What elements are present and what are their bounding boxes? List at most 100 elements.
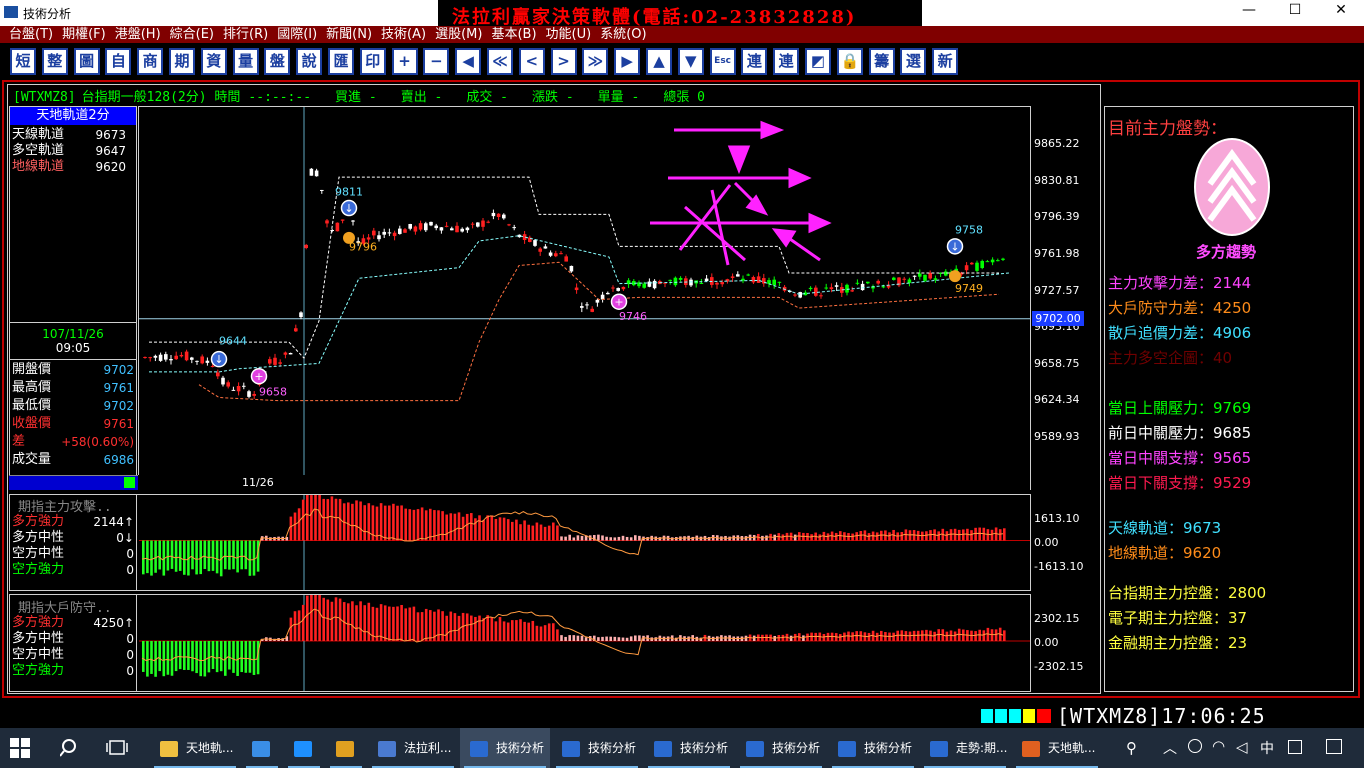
indicator-bar (527, 524, 530, 541)
people-icon[interactable]: ⚲ (1126, 739, 1137, 757)
toolbar-button[interactable]: − (423, 48, 450, 75)
toolbar-button[interactable]: 新 (932, 48, 959, 75)
toolbar-button[interactable]: 短 (10, 48, 36, 75)
taskbar-app[interactable]: 技術分析 (460, 728, 550, 768)
candle-body (470, 223, 475, 225)
toolbar-button[interactable]: ◩ (805, 48, 831, 75)
indicator-bar (515, 519, 518, 541)
input-language[interactable]: 中 (1260, 738, 1274, 758)
network-status-icon[interactable] (1188, 739, 1202, 753)
trend-stat: 散戶追價力差：4906 (1108, 324, 1252, 342)
start-icon[interactable] (10, 738, 30, 758)
candle (574, 283, 579, 294)
notifications-icon[interactable] (1326, 739, 1342, 754)
menu-item[interactable]: 技術(A) (372, 26, 426, 43)
menu-item[interactable]: 基本(B) (482, 26, 536, 43)
toolbar-button[interactable]: ▼ (677, 48, 704, 75)
toolbar-button[interactable]: < (518, 48, 545, 75)
candle-body (491, 212, 496, 217)
signal-marker: ↓ (210, 350, 228, 368)
task-view-icon[interactable] (106, 739, 128, 757)
indicator-bar (142, 641, 145, 672)
toolbar-button[interactable]: 匯 (328, 48, 354, 75)
menu-item[interactable]: 國際(I) (268, 26, 317, 43)
menu-item[interactable]: 選股(M) (426, 26, 482, 43)
menu-item[interactable]: 港盤(H) (106, 26, 161, 43)
maximize-button[interactable]: ☐ (1272, 2, 1318, 24)
toolbar-button[interactable]: 連 (741, 48, 768, 75)
toolbar-button[interactable]: 整 (41, 48, 68, 75)
ime-icon[interactable] (1288, 740, 1302, 754)
toolbar-button[interactable]: 量 (232, 48, 259, 75)
toolbar-button[interactable]: ▶ (614, 48, 641, 75)
indicator-row: 多方中性 0↓ (12, 530, 134, 546)
candle-body (195, 360, 199, 362)
indicator-bar (564, 536, 567, 541)
toolbar-button[interactable]: 籌 (868, 48, 895, 75)
info-title[interactable]: 天地軌道2分 (10, 107, 136, 125)
taskbar-app[interactable]: 天地軌... (150, 728, 240, 768)
toolbar-button[interactable]: 圖 (73, 48, 100, 75)
toolbar-button[interactable]: ≫ (582, 48, 609, 75)
tray-chevron-icon[interactable]: ︿ (1163, 738, 1177, 758)
indicator-bar (601, 535, 604, 541)
toolbar: 短整圖自商期資量盤說匯印 + − ◀ ≪ < > ≫ ▶ ▲ ▼ Esc 連連 ◩ 🔒 籌選新 (0, 43, 1364, 80)
taskbar-app[interactable]: 技術分析 (736, 728, 826, 768)
minimize-button[interactable]: — (1226, 2, 1272, 24)
menu-item[interactable]: 綜合(E) (161, 26, 214, 43)
toolbar-button[interactable]: 說 (296, 48, 323, 75)
taskbar-app[interactable]: 走勢:期... (920, 728, 1010, 768)
app-icon (838, 740, 856, 757)
candle (897, 277, 901, 288)
taskbar-app[interactable]: 技術分析 (828, 728, 918, 768)
price-chart-svg: ↓ 9811 9796 ↓ 9644 +9658 +9746 ↓ 9758 9749 (139, 107, 1030, 489)
toolbar-button[interactable]: + (391, 48, 418, 75)
toolbar-button[interactable]: 🔒 (836, 48, 863, 75)
indicator-bar (535, 625, 539, 641)
menu-item[interactable]: 功能(U) (537, 26, 592, 43)
toolbar-button[interactable]: 資 (200, 48, 227, 75)
taskbar-app[interactable] (242, 728, 282, 768)
wifi-icon[interactable]: ◠ (1212, 737, 1225, 755)
taskbar-app[interactable]: 天地軌... (1012, 728, 1102, 768)
menu-item[interactable]: 期權(F) (53, 26, 106, 43)
indicator-bar (347, 603, 350, 641)
toolbar-button[interactable]: 選 (900, 48, 927, 75)
indicator-bar (388, 606, 391, 641)
menu-item[interactable]: 系統(O) (591, 26, 646, 43)
close-button[interactable]: ✕ (1318, 2, 1364, 24)
indicator-bar (301, 604, 305, 641)
menu-item[interactable]: 新聞(N) (317, 26, 372, 43)
menu-item[interactable]: 排行(R) (214, 26, 268, 43)
candle-body (918, 273, 922, 277)
candle (455, 222, 459, 233)
toolbar-button[interactable]: 自 (105, 48, 132, 75)
indicator-bar (207, 540, 211, 572)
taskbar-app[interactable] (284, 728, 324, 768)
toolbar-button[interactable]: > (550, 48, 577, 75)
taskbar-app[interactable]: 法拉利... (368, 728, 458, 768)
toolbar-button[interactable]: Esc (709, 48, 736, 75)
toolbar-button[interactable]: ◀ (455, 48, 482, 75)
taskbar-app[interactable]: 技術分析 (552, 728, 642, 768)
toolbar-button[interactable]: ▲ (646, 48, 672, 75)
toolbar-button[interactable]: 印 (359, 48, 386, 75)
symbol-code[interactable]: [WTXMZ8] (13, 90, 76, 105)
toolbar-button[interactable]: 連 (773, 48, 800, 75)
toolbar-button[interactable]: 盤 (264, 48, 291, 75)
candle (304, 243, 308, 250)
search-icon[interactable] (59, 738, 80, 758)
volume-icon[interactable]: ◁ (1236, 738, 1248, 756)
menu-item[interactable]: 台盤(T) (0, 26, 53, 43)
toolbar-button[interactable]: ≪ (487, 48, 513, 75)
toolbar-button[interactable]: 商 (137, 48, 164, 75)
toolbar-button[interactable]: 期 (169, 48, 195, 75)
indicator-bar (478, 615, 481, 641)
taskbar-app[interactable]: 技術分析 (644, 728, 734, 768)
taskbar-app[interactable] (326, 728, 366, 768)
attack-chart-svg (139, 495, 1030, 590)
indicator-bar (441, 511, 444, 541)
price-chart[interactable]: ↓ 9811 9796 ↓ 9644 +9658 +9746 ↓ 9758 9749 (138, 106, 1031, 490)
indicator-bar (638, 635, 641, 641)
indicator-bar (207, 641, 211, 673)
